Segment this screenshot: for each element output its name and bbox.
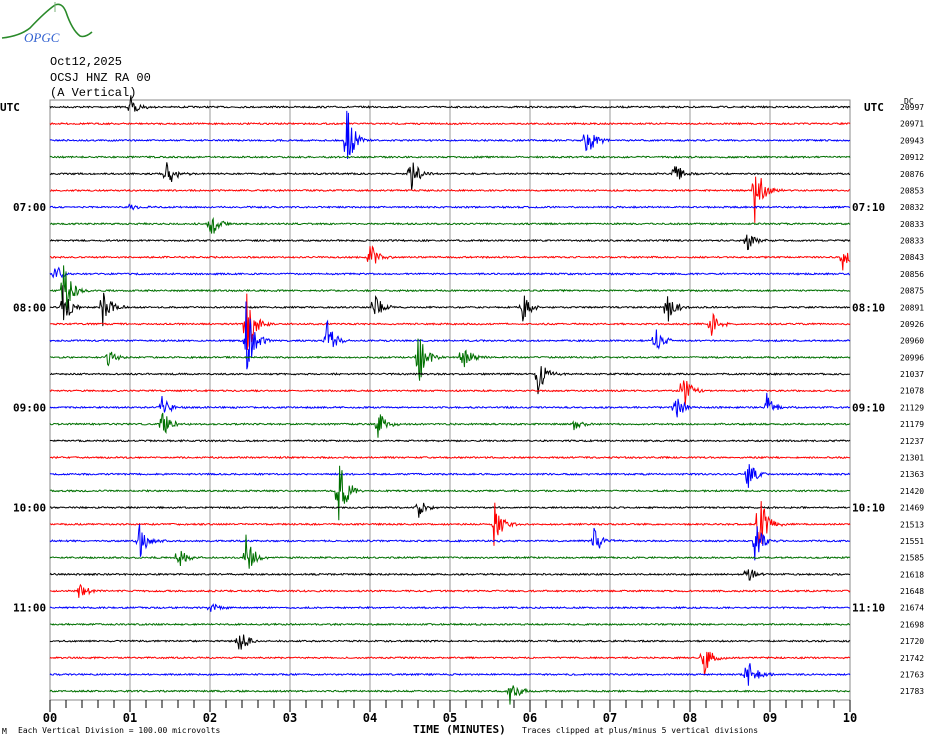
x-tick-label: 10: [843, 711, 857, 725]
x-tick-label: 00: [43, 711, 57, 725]
corner-mark: M: [2, 727, 7, 736]
dc-offset: 20833: [900, 237, 924, 246]
right-time-label: 09:10: [852, 401, 885, 414]
clip-note: Traces clipped at plus/minus 5 vertical …: [522, 726, 758, 735]
x-tick-label: 08: [683, 711, 697, 725]
division-note: Each Vertical Division = 100.00 microvol…: [18, 726, 220, 735]
x-tick-label: 03: [283, 711, 297, 725]
dc-offset: 21648: [900, 587, 924, 596]
dc-offset: 20843: [900, 253, 924, 262]
dc-offset: 21179: [900, 420, 924, 429]
dc-offset: 21513: [900, 520, 924, 529]
opgc-logo: OPGC: [1, 2, 93, 45]
left-utc-label: UTC: [0, 101, 20, 114]
dc-offset: 20876: [900, 170, 924, 179]
left-time-label: 07:00: [13, 201, 46, 214]
dc-offset: 21301: [900, 453, 924, 462]
dc-offset: 20943: [900, 136, 924, 145]
dc-offset: 20997: [900, 103, 924, 112]
right-utc-label: UTC: [864, 101, 884, 114]
x-tick-label: 09: [763, 711, 777, 725]
dc-offset: 20856: [900, 270, 924, 279]
dc-offset: 21551: [900, 537, 924, 546]
left-time-label: 08:00: [13, 301, 46, 314]
dc-offset: 20891: [900, 303, 924, 312]
station-label: OCSJ HNZ RA 00: [50, 71, 151, 85]
date-label: Oct12,2025: [50, 55, 122, 69]
logo-text: OPGC: [24, 30, 60, 45]
right-time-label: 07:10: [852, 201, 885, 214]
x-tick-label: 01: [123, 711, 137, 725]
dc-offset: 20832: [900, 203, 924, 212]
dc-offset: 21763: [900, 670, 924, 679]
left-time-label: 10:00: [13, 502, 46, 515]
component-label: (A Vertical): [50, 86, 136, 100]
dc-offset: 21742: [900, 654, 924, 663]
dc-offset: 21698: [900, 620, 924, 629]
x-tick-label: 07: [603, 711, 617, 725]
dc-offset: 21237: [900, 437, 924, 446]
left-time-label: 11:00: [13, 602, 46, 615]
left-time-label: 09:00: [13, 401, 46, 414]
dc-offset: 20926: [900, 320, 924, 329]
right-time-label: 10:10: [852, 502, 885, 515]
x-axis-title: TIME (MINUTES): [413, 723, 506, 736]
x-tick-label: 06: [523, 711, 537, 725]
dc-offset: 21420: [900, 487, 924, 496]
helicorder-chart: OPGC Oct12,2025 OCSJ HNZ RA 00 (A Vertic…: [0, 2, 924, 736]
dc-offset: 21078: [900, 387, 924, 396]
dc-offset: 21469: [900, 504, 924, 513]
dc-offset: 20875: [900, 287, 924, 296]
dc-offset: 21363: [900, 470, 924, 479]
dc-offset: 21618: [900, 570, 924, 579]
dc-offset: 20833: [900, 220, 924, 229]
dc-offset: 20971: [900, 120, 924, 129]
x-tick-label: 04: [363, 711, 377, 725]
dc-offset: 21585: [900, 554, 924, 563]
dc-offset: 21783: [900, 687, 924, 696]
dc-offset: 20996: [900, 353, 924, 362]
dc-offset: 20853: [900, 186, 924, 195]
dc-offset: 21037: [900, 370, 924, 379]
dc-offset: 21129: [900, 403, 924, 412]
dc-offset: 20912: [900, 153, 924, 162]
trace-row-31: [49, 622, 851, 627]
right-time-label: 08:10: [852, 301, 885, 314]
right-time-label: 11:10: [852, 602, 885, 615]
dc-offset: 20960: [900, 337, 924, 346]
x-tick-label: 02: [203, 711, 217, 725]
dc-offset: 21674: [900, 604, 924, 613]
dc-offset: 21720: [900, 637, 924, 646]
